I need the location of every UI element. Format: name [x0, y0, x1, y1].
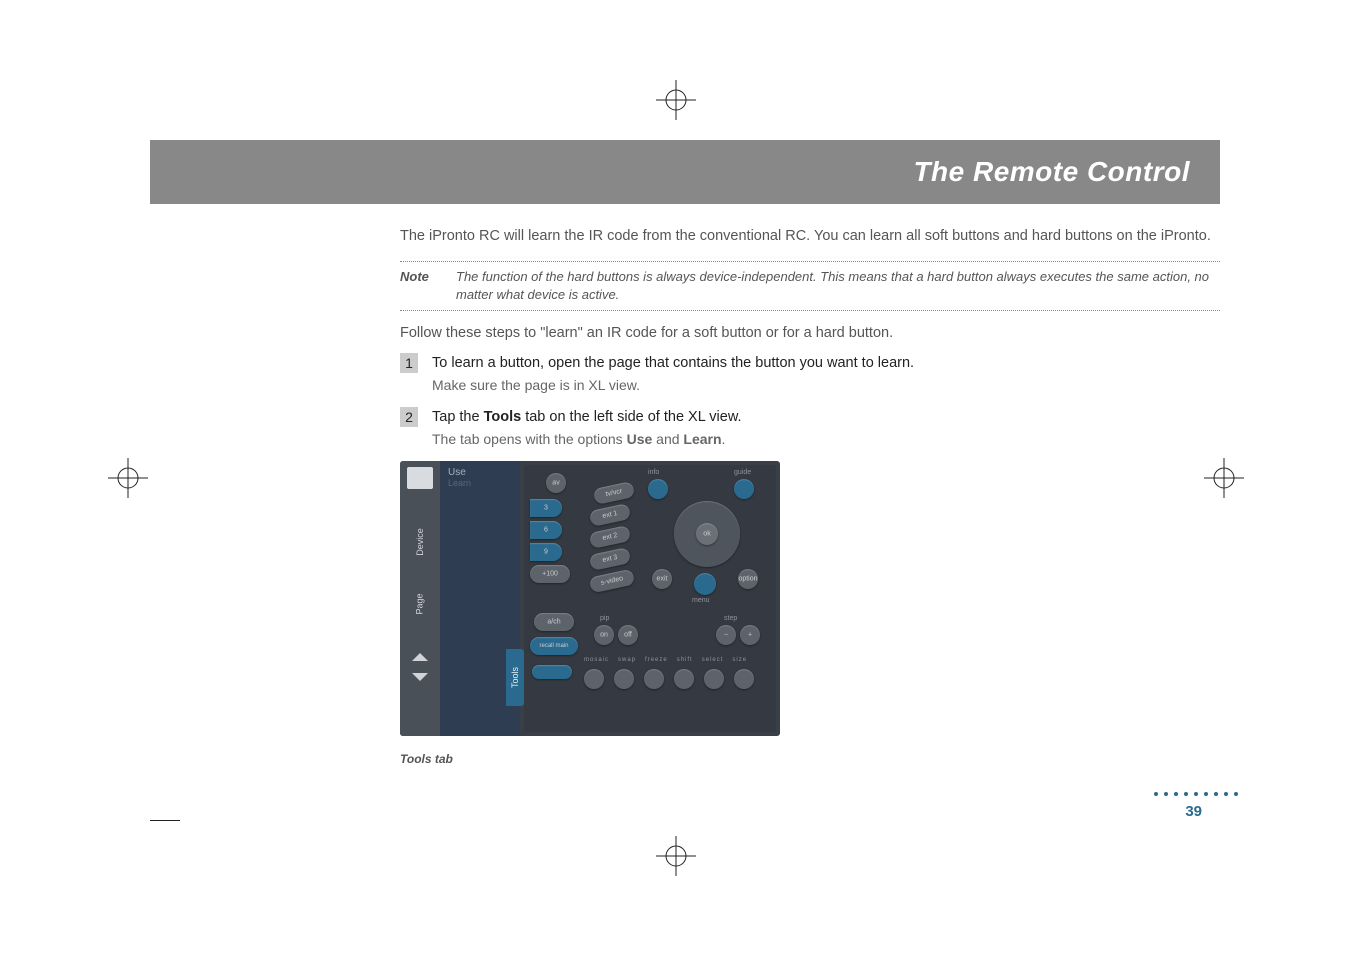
num-plus100-button[interactable]: +100: [530, 565, 570, 583]
trim-line-bottom: [150, 820, 180, 821]
step-number: 1: [400, 353, 418, 373]
note-text: The function of the hard buttons is alwa…: [456, 268, 1220, 304]
guide-button[interactable]: [734, 479, 754, 499]
step-2-sub: The tab opens with the options Use and L…: [432, 430, 742, 450]
follow-text: Follow these steps to "learn" an IR code…: [400, 325, 1220, 341]
menu-label: menu: [692, 597, 710, 604]
t: tab on the left side of the XL view.: [521, 409, 741, 425]
lbl-swap: swap: [618, 657, 636, 663]
step-1-sub: Make sure the page is in XL view.: [432, 376, 914, 396]
recall-main-button[interactable]: recall main: [530, 637, 578, 655]
step-label: step: [724, 615, 737, 622]
nav-up-icon[interactable]: [412, 653, 428, 661]
intro-text: The iPronto RC will learn the IR code fr…: [400, 226, 1220, 247]
pip-off-button[interactable]: off: [618, 625, 638, 645]
pip-label: pip: [600, 615, 609, 622]
num-3-button[interactable]: 3: [530, 499, 562, 517]
num-9-button[interactable]: 9: [530, 543, 562, 561]
xl-view-sidebar: Device Page: [400, 461, 440, 736]
ext3-button[interactable]: ext 3: [589, 547, 631, 571]
menu-button[interactable]: [694, 573, 716, 595]
select-button[interactable]: [704, 669, 724, 689]
crop-mark-left: [108, 458, 148, 498]
t: Use: [627, 431, 653, 447]
t: Tap the: [432, 409, 484, 425]
t: .: [722, 431, 726, 447]
transport-button[interactable]: [532, 665, 572, 679]
page-title: The Remote Control: [913, 156, 1190, 188]
tools-tab[interactable]: Tools: [506, 649, 524, 706]
figure-caption: Tools tab: [400, 752, 1220, 766]
use-option[interactable]: Use: [440, 461, 520, 478]
step-plus-button[interactable]: +: [740, 625, 760, 645]
option-button[interactable]: option: [738, 569, 758, 589]
lbl-size: size: [732, 657, 747, 663]
lbl-mosaic: mosaic: [584, 657, 609, 663]
mosaic-button[interactable]: [584, 669, 604, 689]
lbl-shift: shift: [677, 657, 693, 663]
tools-tab-figure: Device Page Use Learn Tools av info guid…: [400, 461, 780, 736]
page-tab[interactable]: Page: [415, 594, 425, 615]
a-ch-button[interactable]: a/ch: [534, 613, 574, 631]
shift-button[interactable]: [674, 669, 694, 689]
crop-mark-top: [656, 80, 696, 120]
info-button[interactable]: [648, 479, 668, 499]
t: Learn: [683, 431, 721, 447]
step-2: 2 Tap the Tools tab on the left side of …: [400, 407, 1220, 449]
t: The tab opens with the options: [432, 431, 627, 447]
device-tab[interactable]: Device: [415, 528, 425, 556]
num-6-button[interactable]: 6: [530, 521, 562, 539]
lbl-select: select: [702, 657, 724, 663]
remote-panel: av info guide 3 6 9 +100 tv/vcr ext 1 ex…: [524, 465, 776, 732]
ext2-button[interactable]: ext 2: [589, 525, 631, 549]
bottom-labels-row: mosaic swap freeze shift select size: [584, 657, 747, 663]
thumbnail-icon: [407, 467, 433, 489]
size-button[interactable]: [734, 669, 754, 689]
nav-down-icon[interactable]: [412, 673, 428, 681]
page-number: 39: [1185, 803, 1202, 820]
content-area: The iPronto RC will learn the IR code fr…: [150, 204, 1220, 766]
label-guide: guide: [734, 469, 751, 476]
freeze-button[interactable]: [644, 669, 664, 689]
step-number: 2: [400, 407, 418, 427]
page: The Remote Control The iPronto RC will l…: [150, 140, 1220, 820]
header-bar: The Remote Control: [150, 140, 1220, 204]
ext1-button[interactable]: ext 1: [589, 503, 631, 527]
step-1: 1 To learn a button, open the page that …: [400, 353, 1220, 395]
t: and: [652, 431, 683, 447]
note-box: Note The function of the hard buttons is…: [400, 261, 1220, 311]
tv-vcr-button[interactable]: tv/vcr: [593, 481, 635, 505]
swap-button[interactable]: [614, 669, 634, 689]
ok-button[interactable]: ok: [696, 523, 718, 545]
pip-on-button[interactable]: on: [594, 625, 614, 645]
step-1-title: To learn a button, open the page that co…: [432, 353, 914, 373]
av-button[interactable]: av: [546, 473, 566, 493]
exit-button[interactable]: exit: [652, 569, 672, 589]
note-label: Note: [400, 268, 438, 304]
t: Tools: [484, 409, 522, 425]
learn-option[interactable]: Learn: [440, 478, 520, 488]
step-minus-button[interactable]: −: [716, 625, 736, 645]
label-info: info: [648, 469, 659, 476]
s-video-button[interactable]: s-video: [589, 569, 635, 594]
lbl-freeze: freeze: [645, 657, 668, 663]
step-2-title: Tap the Tools tab on the left side of th…: [432, 407, 742, 427]
decorative-dots: [1154, 792, 1238, 796]
crop-mark-bottom: [656, 836, 696, 876]
